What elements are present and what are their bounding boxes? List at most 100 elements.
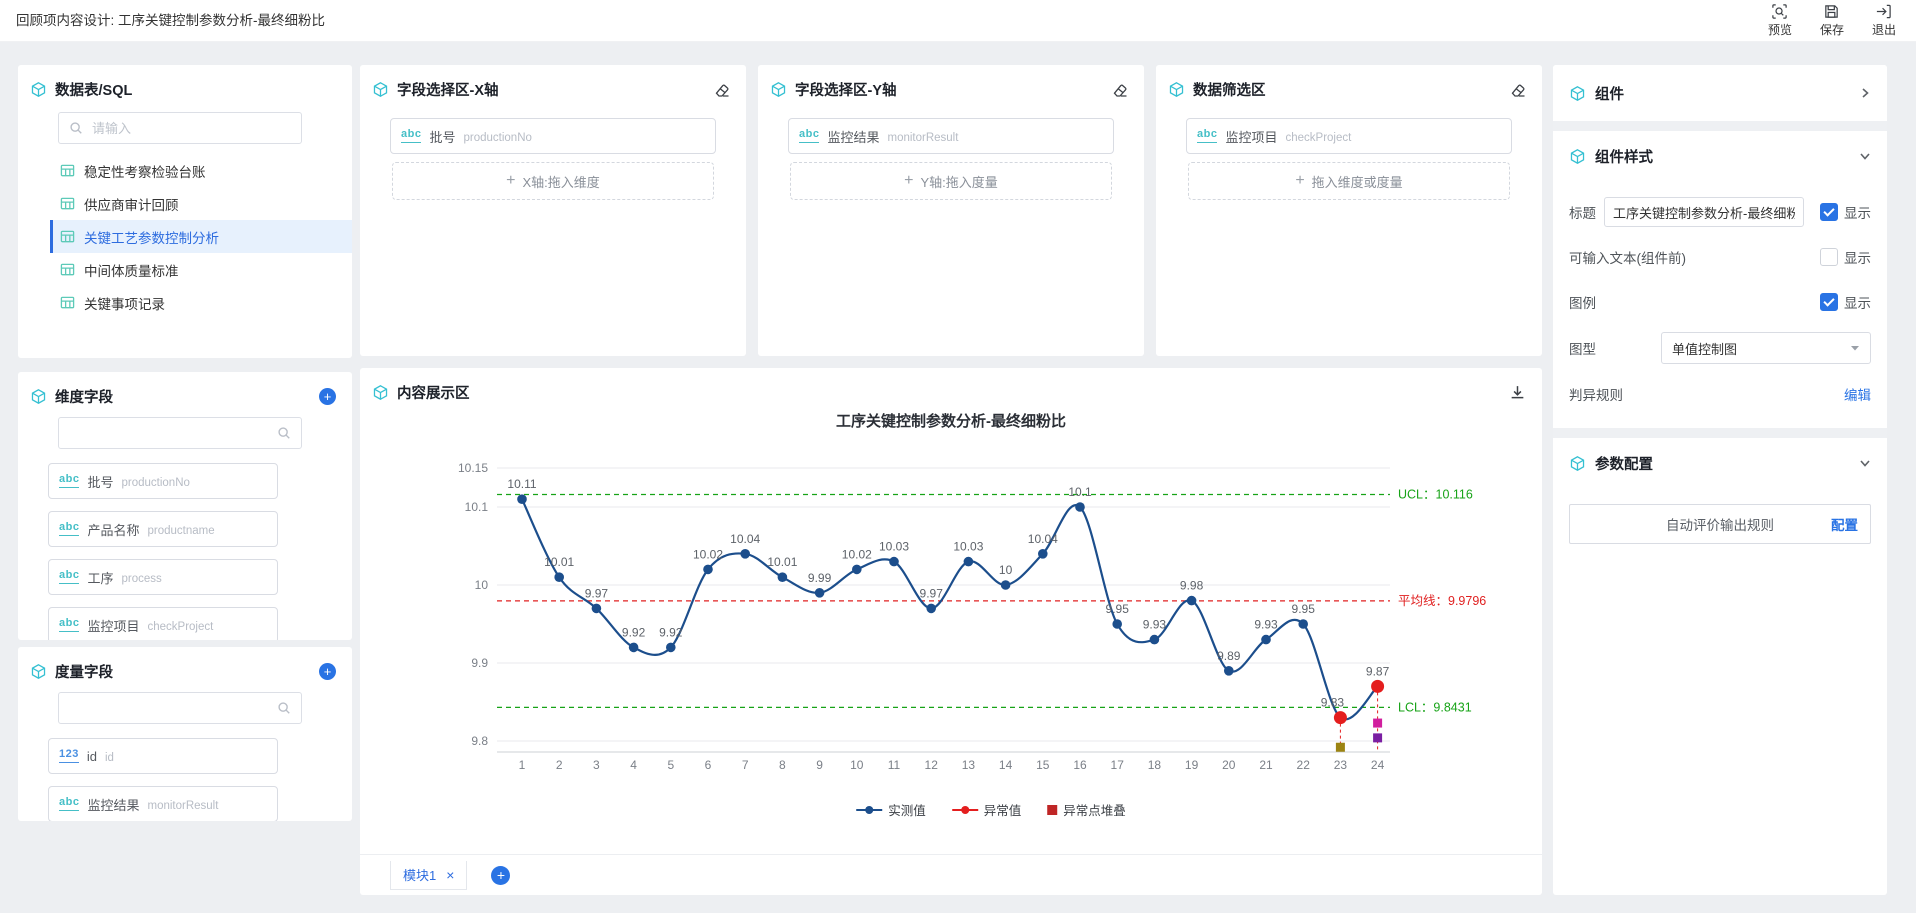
- field-code: checkProject: [1285, 132, 1351, 144]
- xaxis-panel-title: 字段选择区-X轴: [397, 79, 499, 100]
- tab-module1[interactable]: 模块1 ×: [390, 861, 467, 890]
- add-dimension-button[interactable]: +: [319, 388, 336, 405]
- table-item-label: 供应商审计回顾: [84, 194, 179, 214]
- datasource-search[interactable]: [58, 112, 302, 144]
- field-item[interactable]: abc 监控结果 monitorResult: [788, 118, 1114, 154]
- datasource-search-input[interactable]: [90, 120, 291, 137]
- component-section-header[interactable]: 组件: [1553, 65, 1887, 121]
- chevron-down-icon: [1859, 457, 1871, 469]
- save-button[interactable]: 保存: [1820, 3, 1844, 38]
- panel-cube-icon: [1569, 148, 1586, 165]
- field-item[interactable]: abc 工序 process: [48, 559, 278, 595]
- table-item[interactable]: 关键工艺参数控制分析: [50, 220, 352, 253]
- field-item[interactable]: abc 产品名称 productname: [48, 511, 278, 547]
- input-text-show-checkbox[interactable]: [1820, 248, 1838, 266]
- legend-item-abnormal-stack[interactable]: 异常点堆叠: [1047, 800, 1126, 819]
- component-section-title: 组件: [1595, 83, 1624, 104]
- svg-text:UCL：10.116: UCL：10.116: [1398, 488, 1473, 502]
- dimension-panel-title: 维度字段: [55, 386, 113, 407]
- measure-search[interactable]: [58, 692, 302, 724]
- panel-cube-icon: [30, 81, 47, 98]
- filter-dropzone[interactable]: + 拖入维度或度量: [1188, 162, 1510, 200]
- svg-text:23: 23: [1334, 758, 1348, 772]
- table-item[interactable]: 关键事项记录: [50, 286, 352, 319]
- exit-label: 退出: [1872, 21, 1896, 38]
- style-section-header[interactable]: 组件样式: [1553, 131, 1887, 181]
- divider: [1553, 121, 1887, 131]
- auto-rule-config-link[interactable]: 配置: [1831, 514, 1858, 534]
- field-name: 监控结果: [827, 127, 879, 146]
- svg-text:7: 7: [742, 758, 749, 772]
- svg-text:13: 13: [962, 758, 976, 772]
- svg-text:18: 18: [1148, 758, 1162, 772]
- svg-text:9.92: 9.92: [659, 625, 683, 639]
- svg-text:10: 10: [850, 758, 864, 772]
- data-point: [852, 565, 862, 575]
- legend-line-dot-marker: [952, 809, 978, 811]
- data-point: [1298, 619, 1308, 629]
- chart-type-select[interactable]: 单值控制图: [1661, 332, 1871, 364]
- field-item[interactable]: abc 监控项目 checkProject: [1186, 118, 1512, 154]
- add-module-button[interactable]: +: [491, 866, 510, 885]
- abnormal-stack-square: [1373, 733, 1382, 742]
- legend-label: 异常点堆叠: [1063, 800, 1126, 819]
- panel-cube-icon: [1569, 455, 1586, 472]
- add-measure-button[interactable]: +: [319, 663, 336, 680]
- table-item[interactable]: 中间体质量标准: [50, 253, 352, 286]
- legend-line-dot-marker: [856, 809, 882, 811]
- title-show-checkbox[interactable]: [1820, 203, 1838, 221]
- field-item[interactable]: abc 监控结果 monitorResult: [48, 786, 278, 821]
- caret-down-icon: [1850, 343, 1860, 353]
- module-tab-bar: 模块1 × +: [360, 854, 1542, 895]
- table-icon: [60, 163, 75, 178]
- datasource-panel: 数据表/SQL 稳定性考察检验台账 供应商审计回顾 关键工艺参数控制分析 中: [18, 65, 352, 358]
- field-item[interactable]: abc 监控项目 checkProject: [48, 607, 278, 640]
- legend-show-checkbox[interactable]: [1820, 293, 1838, 311]
- dimension-search-input[interactable]: [69, 425, 270, 442]
- chart-title-input[interactable]: [1604, 197, 1804, 227]
- svg-text:19: 19: [1185, 758, 1199, 772]
- data-point: [592, 604, 602, 614]
- field-name: 监控结果: [87, 795, 139, 814]
- field-code: monitorResult: [887, 132, 958, 144]
- preview-button[interactable]: 预览: [1768, 3, 1792, 38]
- yaxis-dropzone[interactable]: + Y轴:拖入度量: [790, 162, 1112, 200]
- table-item[interactable]: 供应商审计回顾: [50, 187, 352, 220]
- preview-icon: [1771, 3, 1788, 20]
- legend-item-abnormal[interactable]: 异常值: [952, 800, 1022, 819]
- rule-edit-link[interactable]: 编辑: [1844, 384, 1871, 404]
- params-section-header[interactable]: 参数配置: [1553, 438, 1887, 488]
- eraser-icon[interactable]: [1112, 82, 1128, 98]
- measure-panel: 度量字段 + 123 id id abc 监控结果 monitorResult: [18, 647, 352, 821]
- xaxis-dropzone[interactable]: + X轴:拖入维度: [392, 162, 714, 200]
- filter-panel: 数据筛选区 abc 监控项目 checkProject + 拖入维度或度量: [1156, 65, 1542, 356]
- table-item[interactable]: 稳定性考察检验台账: [50, 154, 352, 187]
- field-name: 批号: [429, 127, 455, 146]
- chart-type-row: 图型 单值控制图: [1569, 332, 1871, 364]
- field-type-icon: abc: [59, 618, 79, 632]
- field-item[interactable]: abc 批号 productionNo: [390, 118, 716, 154]
- dimension-search[interactable]: [58, 417, 302, 449]
- page-title: 回顾项内容设计: 工序关键控制参数分析-最终细粉比: [16, 0, 325, 41]
- params-section-title: 参数配置: [1595, 453, 1653, 474]
- panel-cube-icon: [372, 81, 389, 98]
- svg-text:9.99: 9.99: [808, 571, 832, 585]
- field-item[interactable]: abc 批号 productionNo: [48, 463, 278, 499]
- exit-button[interactable]: 退出: [1872, 3, 1896, 38]
- svg-text:9.89: 9.89: [1217, 649, 1241, 663]
- svg-text:6: 6: [705, 758, 712, 772]
- close-icon[interactable]: ×: [446, 868, 454, 882]
- data-point: [1075, 502, 1085, 512]
- svg-text:9.93: 9.93: [1254, 618, 1278, 632]
- panel-cube-icon: [1168, 81, 1185, 98]
- legend-item-measured[interactable]: 实测值: [856, 800, 926, 819]
- field-item[interactable]: 123 id id: [48, 738, 278, 774]
- svg-text:10.01: 10.01: [544, 555, 574, 569]
- download-icon[interactable]: [1509, 384, 1526, 401]
- measure-search-input[interactable]: [69, 700, 270, 717]
- search-icon: [277, 426, 291, 440]
- eraser-icon[interactable]: [1510, 82, 1526, 98]
- eraser-icon[interactable]: [714, 82, 730, 98]
- auto-rule-box: 自动评价输出规则 配置: [1569, 504, 1871, 544]
- auto-rule-label: 自动评价输出规则: [1666, 514, 1774, 534]
